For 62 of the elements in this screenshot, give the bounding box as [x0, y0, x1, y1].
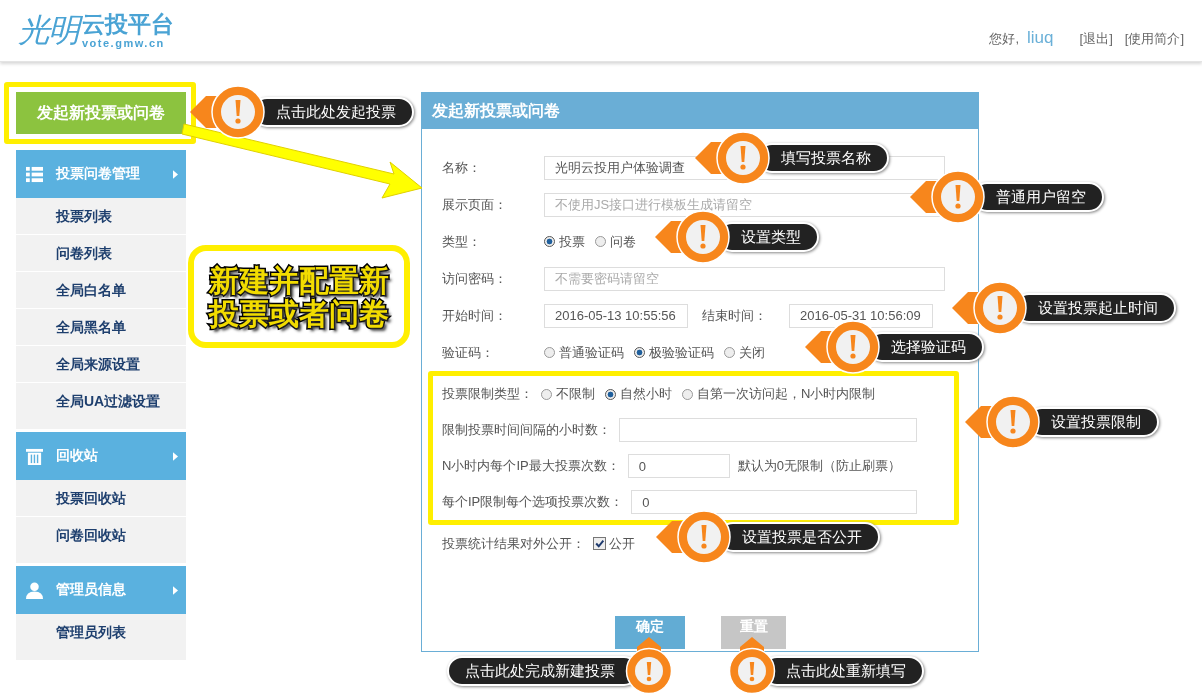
- option-label: 普通验证码: [559, 343, 624, 362]
- field-label: 访问密码：: [442, 269, 508, 288]
- caret-icon: [173, 585, 178, 595]
- field-label: 验证码：: [442, 343, 495, 362]
- radio-button[interactable]: [724, 347, 735, 358]
- input-field[interactable]: 0: [631, 490, 917, 514]
- field-label: 名称：: [442, 158, 482, 177]
- radio-button[interactable]: [682, 388, 693, 400]
- field-label: 投票统计结果对外公开：: [442, 534, 585, 553]
- menu-item[interactable]: 投票回收站: [16, 480, 186, 517]
- option-label: 投票: [559, 232, 585, 251]
- checkbox[interactable]: [593, 537, 606, 550]
- menu-item[interactable]: 投票列表: [16, 198, 186, 235]
- header-link[interactable]: [退出]: [1079, 29, 1113, 48]
- option-label: 极验验证码: [649, 343, 714, 362]
- menu-item[interactable]: 问卷回收站: [16, 517, 186, 564]
- warning-tooltip: [625, 637, 673, 695]
- logo-title: 云投平台: [82, 12, 174, 36]
- list-icon: [26, 165, 43, 183]
- input-field[interactable]: 0: [627, 454, 730, 478]
- option-label: 自第一次访问起，N小时内限制: [697, 385, 876, 403]
- field-label: 限制投票时间间隔的小时数：: [442, 421, 611, 439]
- caret-icon: [173, 451, 178, 461]
- greeting: 您好,: [989, 29, 1020, 48]
- field-label: N小时内每个IP最大投票次数：: [442, 457, 620, 475]
- radio-button[interactable]: [544, 347, 555, 358]
- radio-button[interactable]: [605, 388, 616, 400]
- radio-button[interactable]: [544, 236, 555, 247]
- date-field[interactable]: 2016-05-13 10:55:56: [544, 303, 688, 328]
- caret-icon: [173, 169, 178, 179]
- field-label: 类型：: [442, 232, 482, 251]
- option-label: 不限制: [556, 385, 595, 403]
- menu-item[interactable]: 全局来源设置: [16, 346, 186, 383]
- date-field[interactable]: 2016-05-31 10:56:09: [789, 303, 933, 328]
- menu-item[interactable]: 全局黑名单: [16, 309, 186, 346]
- trash-icon: [26, 447, 43, 465]
- input-field[interactable]: 不需要密码请留空: [544, 266, 945, 291]
- field-label: 开始时间：: [442, 306, 508, 325]
- panel-title: 发起新投票或问卷: [422, 93, 978, 129]
- warning-tooltip: [728, 637, 776, 695]
- radio-button[interactable]: [595, 236, 606, 247]
- menu-item[interactable]: 全局白名单: [16, 272, 186, 309]
- menu-item[interactable]: 管理员列表: [16, 614, 186, 661]
- field-label: 展示页面：: [442, 195, 508, 214]
- banner-text: 投票或者问卷: [209, 296, 389, 330]
- field-note: 默认为0无限制（防止刷票）: [737, 457, 901, 475]
- option-label: 问卷: [610, 232, 636, 251]
- radio-button[interactable]: [634, 347, 645, 358]
- banner-text: 新建并配置新: [209, 263, 389, 297]
- field-label: 结束时间：: [701, 306, 768, 325]
- radio-button[interactable]: [541, 388, 552, 400]
- field-label: 投票限制类型：: [442, 385, 533, 403]
- header-link[interactable]: [使用简介]: [1124, 29, 1184, 48]
- menu-item[interactable]: 全局UA过滤设置: [16, 383, 186, 430]
- option-label: 关闭: [739, 343, 765, 362]
- user-icon: [26, 581, 43, 599]
- option-label: 公开: [609, 534, 635, 553]
- logo-domain: vote.gmw.cn: [82, 37, 166, 49]
- input-field[interactable]: [619, 418, 917, 442]
- field-label: 每个IP限制每个选项投票次数：: [442, 493, 624, 511]
- menu-item[interactable]: 问卷列表: [16, 235, 186, 272]
- option-label: 自然小时: [620, 385, 672, 403]
